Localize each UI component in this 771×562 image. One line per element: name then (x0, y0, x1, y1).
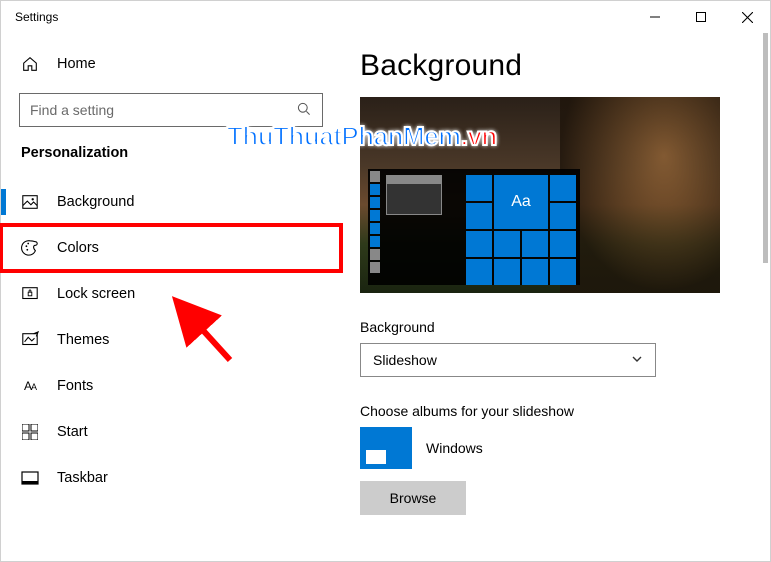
dropdown-value: Slideshow (373, 352, 437, 368)
fonts-icon: AA (21, 379, 39, 393)
sidebar-item-start[interactable]: Start (1, 409, 341, 455)
sidebar-item-label: Start (57, 424, 88, 440)
taskbar-icon (21, 471, 39, 485)
window-controls (632, 1, 770, 33)
themes-icon (21, 331, 39, 349)
picture-icon (21, 193, 39, 211)
main-content: Background Aa Background Slideshow (341, 33, 770, 561)
background-dropdown[interactable]: Slideshow (360, 343, 656, 377)
sidebar-item-label: Fonts (57, 378, 93, 394)
search-input-container[interactable] (19, 93, 323, 127)
album-name: Windows (426, 440, 483, 456)
lock-screen-icon (21, 285, 39, 303)
albums-label: Choose albums for your slideshow (360, 403, 742, 419)
sidebar-item-label: Colors (57, 240, 99, 256)
chevron-down-icon (631, 352, 643, 368)
maximize-button[interactable] (678, 1, 724, 33)
search-icon (296, 101, 312, 120)
scrollbar[interactable] (763, 33, 768, 263)
home-icon (21, 55, 39, 73)
sidebar-item-colors[interactable]: Colors (1, 225, 341, 271)
sidebar-item-label: Taskbar (57, 470, 108, 486)
sidebar-item-background[interactable]: Background (1, 179, 341, 225)
sidebar-item-label: Lock screen (57, 286, 135, 302)
palette-icon (21, 239, 39, 257)
sidebar-item-fonts[interactable]: AA Fonts (1, 363, 341, 409)
search-input[interactable] (30, 102, 312, 118)
browse-button[interactable]: Browse (360, 481, 466, 515)
close-button[interactable] (724, 1, 770, 33)
window-title: Settings (15, 10, 58, 24)
background-preview: Aa (360, 97, 720, 293)
sidebar-item-taskbar[interactable]: Taskbar (1, 455, 341, 501)
album-item[interactable]: Windows (360, 427, 742, 469)
sidebar-item-lock-screen[interactable]: Lock screen (1, 271, 341, 317)
preview-tile-text: Aa (494, 175, 548, 229)
background-dropdown-label: Background (360, 319, 742, 335)
sidebar: Home Personalization Background Colors (1, 33, 341, 561)
sidebar-item-themes[interactable]: Themes (1, 317, 341, 363)
sidebar-home-label: Home (57, 56, 96, 72)
sidebar-item-label: Background (57, 194, 134, 210)
minimize-button[interactable] (632, 1, 678, 33)
sidebar-section-header: Personalization (1, 139, 341, 167)
sidebar-home[interactable]: Home (1, 43, 341, 85)
sidebar-item-label: Themes (57, 332, 109, 348)
titlebar: Settings (1, 1, 770, 33)
album-thumb-icon (360, 427, 412, 469)
start-icon (21, 424, 39, 440)
page-title: Background (360, 49, 742, 83)
